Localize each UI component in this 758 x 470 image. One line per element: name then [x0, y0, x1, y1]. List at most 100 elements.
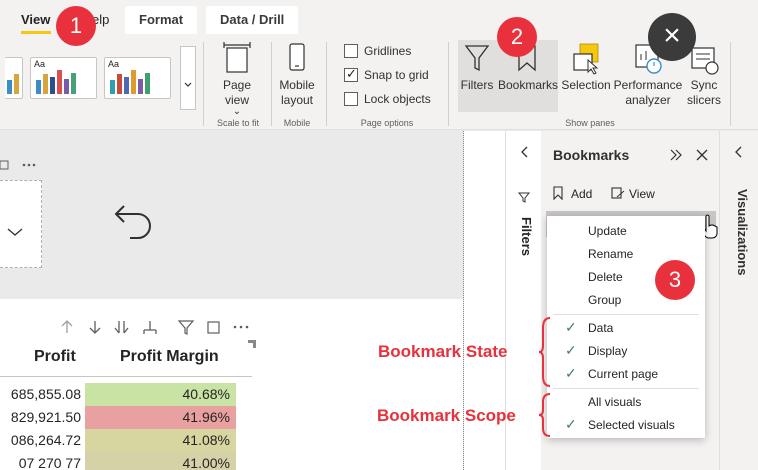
filters-pane-title: Filters: [519, 217, 534, 257]
step-badge-3: 3: [655, 260, 695, 300]
group-label-scale-to-fit: Scale to fit: [216, 118, 260, 128]
theme-color-bar: [131, 70, 136, 94]
menu-separator: [553, 314, 699, 315]
filter-icon: [177, 320, 195, 335]
menu-item-current-page[interactable]: Current page: [588, 367, 658, 381]
slicer-visual[interactable]: [0, 180, 42, 268]
page-view-icon: [223, 42, 251, 73]
view-label: View: [629, 187, 655, 201]
group-label-page-options: Page options: [360, 118, 414, 128]
undo-icon[interactable]: [110, 196, 156, 242]
page-view-label: Page view: [222, 78, 252, 107]
tab-view[interactable]: View: [21, 6, 50, 34]
menu-item-data[interactable]: Data: [588, 321, 613, 335]
theme-color-bar: [138, 79, 143, 94]
selection-label: Selection: [561, 78, 611, 92]
table-row[interactable]: 829,921.50 41.96%: [0, 406, 252, 429]
theme-color-bar: [36, 80, 41, 94]
mobile-layout-button[interactable]: Mobile layout: [274, 42, 320, 112]
tab-format[interactable]: Format: [125, 6, 198, 34]
table-row[interactable]: 07 270 77 41.00%: [0, 452, 252, 470]
check-icon: ✓: [565, 319, 577, 335]
selection-pane-button[interactable]: Selection: [560, 42, 612, 112]
theme-color-bar: [117, 74, 122, 94]
tab-data-drill[interactable]: Data / Drill: [206, 6, 299, 34]
collapse-pane-icon[interactable]: [668, 147, 684, 163]
step-badge-2: 2: [497, 17, 537, 57]
menu-item-rename[interactable]: Rename: [588, 247, 633, 261]
theme-swatch[interactable]: Aa: [104, 57, 171, 99]
step-badge-1: 1: [56, 6, 96, 46]
check-icon: ✓: [565, 342, 577, 358]
lock-objects-checkbox[interactable]: [344, 92, 358, 106]
funnel-icon: [464, 45, 490, 72]
profit-cell: 07 270 77: [18, 455, 81, 470]
ribbon-tab-strip: View elp Format Data / Drill: [0, 0, 758, 37]
column-header-profit[interactable]: Profit: [34, 348, 76, 366]
mobile-phone-icon: [289, 43, 305, 71]
ribbon-separator: [326, 42, 327, 126]
menu-item-delete[interactable]: Delete: [588, 270, 623, 284]
chevron-down-icon[interactable]: [0, 181, 40, 267]
table-row[interactable]: 086,264.72 41.08%: [0, 429, 252, 452]
resize-corner[interactable]: [248, 340, 256, 348]
chevron-left-icon[interactable]: [506, 131, 542, 171]
theme-gallery-expand-button[interactable]: [180, 46, 196, 110]
snap-to-grid-label: Snap to grid: [364, 68, 429, 82]
group-label-mobile: Mobile: [283, 118, 311, 128]
selection-icon: [573, 43, 599, 75]
ribbon-separator: [203, 42, 204, 126]
expand-hierarchy-icon: [143, 321, 157, 334]
mobile-layout-label: Mobile layout: [279, 78, 315, 107]
drill-up-icon: [61, 320, 73, 333]
visualizations-pane-collapsed[interactable]: Visualizations: [719, 131, 758, 470]
close-pane-icon[interactable]: [694, 147, 710, 163]
report-canvas-background: [0, 131, 463, 299]
theme-label: Aa: [108, 59, 120, 69]
slicer-header-icons: [0, 158, 42, 174]
annotation-bookmark-state: Bookmark State: [378, 342, 508, 361]
view-icon: [611, 187, 625, 199]
theme-color-bar: [124, 77, 129, 94]
column-header-profit-margin[interactable]: Profit Margin: [120, 348, 219, 366]
menu-item-group[interactable]: Group: [588, 293, 621, 307]
check-icon: ✓: [565, 416, 577, 432]
snap-to-grid-checkbox[interactable]: [344, 66, 358, 82]
table-visual[interactable]: Profit Profit Margin 685,855.08 40.68% 829…: [0, 340, 256, 470]
brace-scope-icon: [538, 393, 551, 437]
menu-item-all-visuals[interactable]: All visuals: [588, 395, 641, 409]
menu-item-update[interactable]: Update: [588, 224, 627, 238]
add-label: Add: [571, 187, 593, 201]
theme-label: Aa: [34, 59, 46, 69]
theme-color-bar: [50, 77, 55, 94]
theme-swatch[interactable]: Aa: [30, 57, 97, 99]
theme-colors: [36, 70, 76, 94]
gridlines-checkbox[interactable]: [344, 44, 358, 58]
theme-swatch-partial[interactable]: [5, 57, 23, 99]
brace-state-icon: [538, 317, 551, 387]
page-view-button[interactable]: Page view ⌄: [212, 42, 262, 117]
chevron-left-icon[interactable]: [720, 131, 758, 171]
menu-item-selected-visuals[interactable]: Selected visuals: [588, 418, 675, 432]
group-label-show-panes: Show panes: [565, 118, 615, 128]
visualizations-pane-title: Visualizations: [735, 189, 750, 276]
theme-color-bar: [64, 79, 69, 94]
active-tab-underline: [21, 31, 51, 34]
chevron-down-icon: [184, 82, 192, 87]
theme-color-bar: [110, 80, 115, 94]
bookmarks-label: Bookmarks: [497, 78, 559, 92]
table-row[interactable]: 685,855.08 40.68%: [0, 383, 252, 406]
menu-item-display[interactable]: Display: [588, 344, 627, 358]
menu-separator: [553, 388, 699, 389]
theme-color-bar: [71, 73, 76, 94]
profit-cell: 685,855.08: [10, 386, 81, 402]
focus-mode-icon: [207, 321, 220, 334]
profit-margin-cell: 41.96%: [85, 406, 236, 429]
profit-margin-cell: 41.08%: [85, 429, 236, 452]
filters-pane-button[interactable]: Filters: [458, 42, 496, 112]
performance-analyzer-label: Performance analyzer: [613, 78, 683, 107]
expand-all-icon: [114, 321, 129, 334]
close-overlay-button[interactable]: ×: [648, 13, 696, 61]
profit-cell: 829,921.50: [10, 409, 81, 425]
more-options-icon[interactable]: [0, 158, 42, 174]
